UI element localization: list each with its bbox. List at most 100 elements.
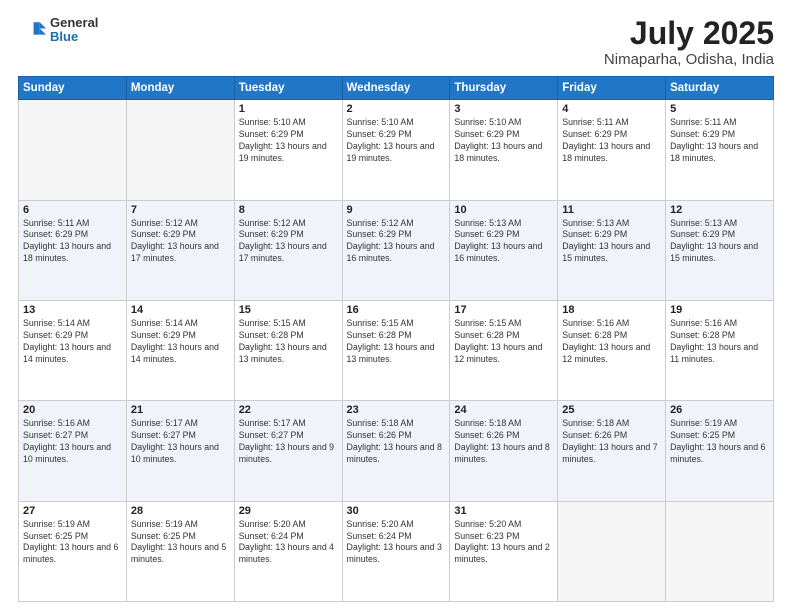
- day-info: Sunrise: 5:12 AMSunset: 6:29 PMDaylight:…: [347, 218, 446, 266]
- col-header-friday: Friday: [558, 77, 666, 100]
- col-header-saturday: Saturday: [666, 77, 774, 100]
- day-number: 11: [562, 204, 661, 216]
- day-info: Sunrise: 5:17 AMSunset: 6:27 PMDaylight:…: [131, 418, 230, 466]
- day-info: Sunrise: 5:11 AMSunset: 6:29 PMDaylight:…: [670, 117, 769, 165]
- day-number: 2: [347, 103, 446, 115]
- day-info: Sunrise: 5:15 AMSunset: 6:28 PMDaylight:…: [239, 318, 338, 366]
- day-info: Sunrise: 5:16 AMSunset: 6:27 PMDaylight:…: [23, 418, 122, 466]
- day-number: 23: [347, 404, 446, 416]
- day-number: 20: [23, 404, 122, 416]
- calendar-cell: 13 Sunrise: 5:14 AMSunset: 6:29 PMDayligh…: [19, 300, 127, 400]
- calendar-cell: 19 Sunrise: 5:16 AMSunset: 6:28 PMDayligh…: [666, 300, 774, 400]
- day-info: Sunrise: 5:10 AMSunset: 6:29 PMDaylight:…: [347, 117, 446, 165]
- calendar-title: July 2025: [604, 16, 774, 51]
- day-number: 19: [670, 304, 769, 316]
- col-header-thursday: Thursday: [450, 77, 558, 100]
- calendar-cell: 4Sunrise: 5:11 AMSunset: 6:29 PMDaylight…: [558, 100, 666, 200]
- calendar-cell: 5 Sunrise: 5:11 AMSunset: 6:29 PMDaylight…: [666, 100, 774, 200]
- calendar-cell: 28Sunrise: 5:19 AMSunset: 6:25 PMDayligh…: [126, 501, 234, 601]
- logo-icon: [18, 16, 46, 44]
- calendar-cell: 21 Sunrise: 5:17 AMSunset: 6:27 PMDayligh…: [126, 401, 234, 501]
- day-info: Sunrise: 5:13 AMSunset: 6:29 PMDaylight:…: [454, 218, 553, 266]
- day-info: Sunrise: 5:10 AMSunset: 6:29 PMDaylight:…: [239, 117, 338, 165]
- day-number: 17: [454, 304, 553, 316]
- day-info: Sunrise: 5:15 AMSunset: 6:28 PMDaylight:…: [454, 318, 553, 366]
- calendar-cell: 31 Sunrise: 5:20 AMSunset: 6:23 PMDayligh…: [450, 501, 558, 601]
- day-number: 13: [23, 304, 122, 316]
- day-number: 28: [131, 505, 230, 517]
- day-info: Sunrise: 5:18 AMSunset: 6:26 PMDaylight:…: [562, 418, 661, 466]
- calendar-cell: 3 Sunrise: 5:10 AMSunset: 6:29 PMDaylight…: [450, 100, 558, 200]
- calendar-cell: [19, 100, 127, 200]
- calendar-cell: 10 Sunrise: 5:13 AMSunset: 6:29 PMDayligh…: [450, 200, 558, 300]
- day-number: 31: [454, 505, 553, 517]
- calendar-cell: [558, 501, 666, 601]
- calendar-cell: [126, 100, 234, 200]
- calendar-cell: 7 Sunrise: 5:12 AMSunset: 6:29 PMDaylight…: [126, 200, 234, 300]
- day-number: 15: [239, 304, 338, 316]
- calendar-week-row: 20 Sunrise: 5:16 AMSunset: 6:27 PMDayligh…: [19, 401, 774, 501]
- calendar-cell: 12Sunrise: 5:13 AMSunset: 6:29 PMDayligh…: [666, 200, 774, 300]
- header: General Blue July 2025 Nimaparha, Odisha…: [18, 16, 774, 68]
- day-info: Sunrise: 5:10 AMSunset: 6:29 PMDaylight:…: [454, 117, 553, 165]
- day-number: 3: [454, 103, 553, 115]
- day-number: 26: [670, 404, 769, 416]
- day-info: Sunrise: 5:17 AMSunset: 6:27 PMDaylight:…: [239, 418, 338, 466]
- day-info: Sunrise: 5:14 AMSunset: 6:29 PMDaylight:…: [23, 318, 122, 366]
- calendar-cell: 30 Sunrise: 5:20 AMSunset: 6:24 PMDayligh…: [342, 501, 450, 601]
- calendar-cell: [666, 501, 774, 601]
- day-info: Sunrise: 5:12 AMSunset: 6:29 PMDaylight:…: [131, 218, 230, 266]
- calendar-cell: 26Sunrise: 5:19 AMSunset: 6:25 PMDayligh…: [666, 401, 774, 501]
- calendar-cell: 29 Sunrise: 5:20 AMSunset: 6:24 PMDayligh…: [234, 501, 342, 601]
- day-info: Sunrise: 5:14 AMSunset: 6:29 PMDaylight:…: [131, 318, 230, 366]
- day-number: 10: [454, 204, 553, 216]
- day-info: Sunrise: 5:20 AMSunset: 6:24 PMDaylight:…: [239, 519, 338, 567]
- calendar-cell: 23 Sunrise: 5:18 AMSunset: 6:26 PMDayligh…: [342, 401, 450, 501]
- day-info: Sunrise: 5:12 AMSunset: 6:29 PMDaylight:…: [239, 218, 338, 266]
- day-info: Sunrise: 5:19 AMSunset: 6:25 PMDaylight:…: [23, 519, 122, 567]
- calendar-cell: 2 Sunrise: 5:10 AMSunset: 6:29 PMDaylight…: [342, 100, 450, 200]
- calendar-cell: 9Sunrise: 5:12 AMSunset: 6:29 PMDaylight…: [342, 200, 450, 300]
- calendar-cell: 17 Sunrise: 5:15 AMSunset: 6:28 PMDayligh…: [450, 300, 558, 400]
- day-number: 29: [239, 505, 338, 517]
- day-info: Sunrise: 5:16 AMSunset: 6:28 PMDaylight:…: [670, 318, 769, 366]
- day-number: 24: [454, 404, 553, 416]
- day-info: Sunrise: 5:15 AMSunset: 6:28 PMDaylight:…: [347, 318, 446, 366]
- col-header-sunday: Sunday: [19, 77, 127, 100]
- day-number: 18: [562, 304, 661, 316]
- day-number: 6: [23, 204, 122, 216]
- calendar-cell: 24Sunrise: 5:18 AMSunset: 6:26 PMDayligh…: [450, 401, 558, 501]
- calendar-table: SundayMondayTuesdayWednesdayThursdayFrid…: [18, 76, 774, 602]
- day-info: Sunrise: 5:20 AMSunset: 6:23 PMDaylight:…: [454, 519, 553, 567]
- day-info: Sunrise: 5:13 AMSunset: 6:29 PMDaylight:…: [562, 218, 661, 266]
- day-number: 30: [347, 505, 446, 517]
- calendar-cell: 22Sunrise: 5:17 AMSunset: 6:27 PMDayligh…: [234, 401, 342, 501]
- calendar-week-row: 6Sunrise: 5:11 AMSunset: 6:29 PMDaylight…: [19, 200, 774, 300]
- day-number: 4: [562, 103, 661, 115]
- logo: General Blue: [18, 16, 98, 45]
- title-block: July 2025 Nimaparha, Odisha, India: [604, 16, 774, 68]
- page: General Blue July 2025 Nimaparha, Odisha…: [0, 0, 792, 612]
- calendar-header-row: SundayMondayTuesdayWednesdayThursdayFrid…: [19, 77, 774, 100]
- day-info: Sunrise: 5:13 AMSunset: 6:29 PMDaylight:…: [670, 218, 769, 266]
- col-header-monday: Monday: [126, 77, 234, 100]
- day-info: Sunrise: 5:16 AMSunset: 6:28 PMDaylight:…: [562, 318, 661, 366]
- day-number: 21: [131, 404, 230, 416]
- calendar-cell: 11 Sunrise: 5:13 AMSunset: 6:29 PMDayligh…: [558, 200, 666, 300]
- calendar-week-row: 13 Sunrise: 5:14 AMSunset: 6:29 PMDayligh…: [19, 300, 774, 400]
- calendar-week-row: 1 Sunrise: 5:10 AMSunset: 6:29 PMDaylight…: [19, 100, 774, 200]
- day-info: Sunrise: 5:20 AMSunset: 6:24 PMDaylight:…: [347, 519, 446, 567]
- calendar-cell: 27Sunrise: 5:19 AMSunset: 6:25 PMDayligh…: [19, 501, 127, 601]
- col-header-tuesday: Tuesday: [234, 77, 342, 100]
- day-number: 25: [562, 404, 661, 416]
- calendar-cell: 15 Sunrise: 5:15 AMSunset: 6:28 PMDayligh…: [234, 300, 342, 400]
- calendar-week-row: 27Sunrise: 5:19 AMSunset: 6:25 PMDayligh…: [19, 501, 774, 601]
- day-number: 5: [670, 103, 769, 115]
- day-number: 8: [239, 204, 338, 216]
- day-info: Sunrise: 5:18 AMSunset: 6:26 PMDaylight:…: [347, 418, 446, 466]
- day-number: 1: [239, 103, 338, 115]
- calendar-cell: 6Sunrise: 5:11 AMSunset: 6:29 PMDaylight…: [19, 200, 127, 300]
- day-number: 7: [131, 204, 230, 216]
- day-number: 16: [347, 304, 446, 316]
- calendar-cell: 8 Sunrise: 5:12 AMSunset: 6:29 PMDaylight…: [234, 200, 342, 300]
